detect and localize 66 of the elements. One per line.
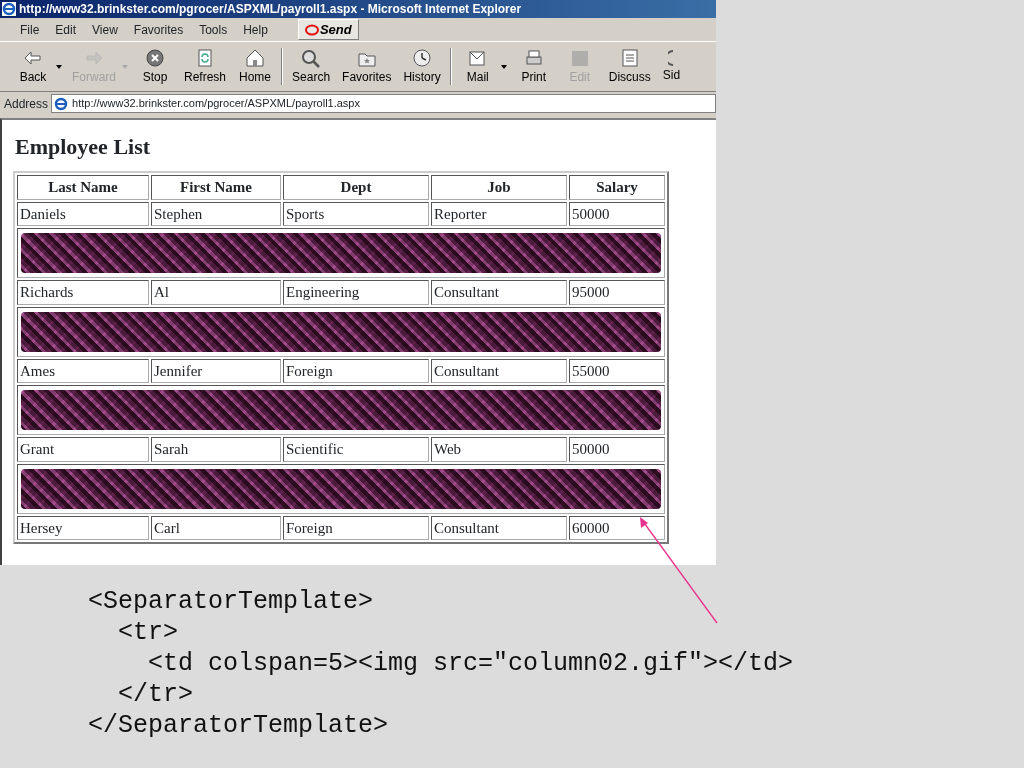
- toolbar-button[interactable]: Sid: [656, 49, 681, 84]
- table-cell: Foreign: [283, 515, 429, 541]
- table-cell: 55000: [569, 358, 665, 384]
- table-cell: 50000: [569, 201, 665, 227]
- table-cell: Ames: [17, 358, 149, 384]
- table-cell: Carl: [151, 515, 281, 541]
- toolbar-button[interactable]: Home: [232, 47, 279, 86]
- partial-icon: [668, 49, 675, 66]
- column-header: First Name: [151, 175, 281, 200]
- table-cell: Scientific: [283, 437, 429, 462]
- toolbar-button[interactable]: Favorites: [336, 47, 398, 86]
- column-header: Dept: [283, 175, 429, 200]
- menu-item[interactable]: Edit: [47, 20, 85, 39]
- send-button[interactable]: Send: [297, 18, 359, 41]
- menu-item[interactable]: Help: [235, 20, 276, 39]
- menu-item[interactable]: View: [84, 20, 126, 39]
- table-cell: 95000: [569, 280, 665, 305]
- table-cell: Reporter: [431, 201, 567, 227]
- browser-icon: [2, 2, 16, 16]
- column-header: Job: [431, 175, 567, 200]
- table-cell: Grant: [17, 437, 149, 462]
- page-heading: Employee List: [15, 134, 152, 161]
- table-cell: Consultant: [431, 515, 567, 541]
- table-cell: Consultant: [431, 358, 567, 384]
- table-cell: Richards: [17, 280, 149, 305]
- code-line: </SeparatorTemplate>: [88, 710, 390, 741]
- table-cell: 60000: [569, 515, 665, 541]
- table-cell: Web: [431, 437, 567, 462]
- code-line: </tr>: [118, 679, 194, 710]
- menu-item[interactable]: Favorites: [125, 20, 192, 39]
- table-cell: Foreign: [283, 358, 429, 384]
- clock-icon: [411, 47, 434, 68]
- table-cell: Hersey: [17, 515, 149, 541]
- code-line: <tr>: [118, 617, 179, 648]
- table-cell: 50000: [569, 437, 665, 462]
- menu-item[interactable]: Tools: [191, 20, 236, 39]
- toolbar-button[interactable]: Search: [286, 47, 337, 86]
- table-cell: Sports: [283, 201, 429, 227]
- toolbar-button[interactable]: Refresh: [178, 47, 233, 86]
- toolbar-button[interactable]: History: [397, 47, 447, 86]
- table-cell: Sarah: [151, 437, 281, 462]
- stop-icon: [144, 47, 166, 68]
- code-line: <td colspan=5><img src="column02.gif"></td>: [148, 648, 794, 679]
- menu-item[interactable]: File: [12, 20, 48, 39]
- table-cell: Consultant: [431, 280, 567, 305]
- logo-icon: [304, 23, 319, 36]
- caret-icon[interactable]: [500, 64, 507, 69]
- column-header: Last Name: [17, 175, 149, 200]
- table-cell: Jennifer: [151, 358, 281, 384]
- home-icon: [244, 47, 267, 68]
- table-cell: Daniels: [17, 201, 149, 227]
- toolbar-button[interactable]: Discuss: [602, 47, 657, 86]
- page-icon: [54, 96, 69, 111]
- table-cell: Al: [151, 280, 281, 305]
- address-label: Address: [4, 95, 49, 113]
- window-title: http://www32.brinkster.com/pgrocer/ASPXML/payroll1.aspx - Microsoft Internet Explorer: [19, 1, 522, 18]
- toolbar-button[interactable]: Print: [510, 47, 557, 86]
- toolbar-button[interactable]: Back: [10, 47, 56, 86]
- table-cell: Stephen: [151, 201, 281, 227]
- code-line: <SeparatorTemplate>: [88, 586, 375, 617]
- caret-icon[interactable]: [56, 64, 62, 69]
- address-field[interactable]: http://www32.brinkster.com/pgrocer/ASPXML/payroll1.aspx: [51, 94, 716, 113]
- table-cell: Engineering: [283, 280, 429, 305]
- toolbar-button[interactable]: Stop: [132, 47, 178, 86]
- toolbar-button[interactable]: Mail: [454, 47, 501, 86]
- column-header: Salary: [569, 175, 665, 200]
